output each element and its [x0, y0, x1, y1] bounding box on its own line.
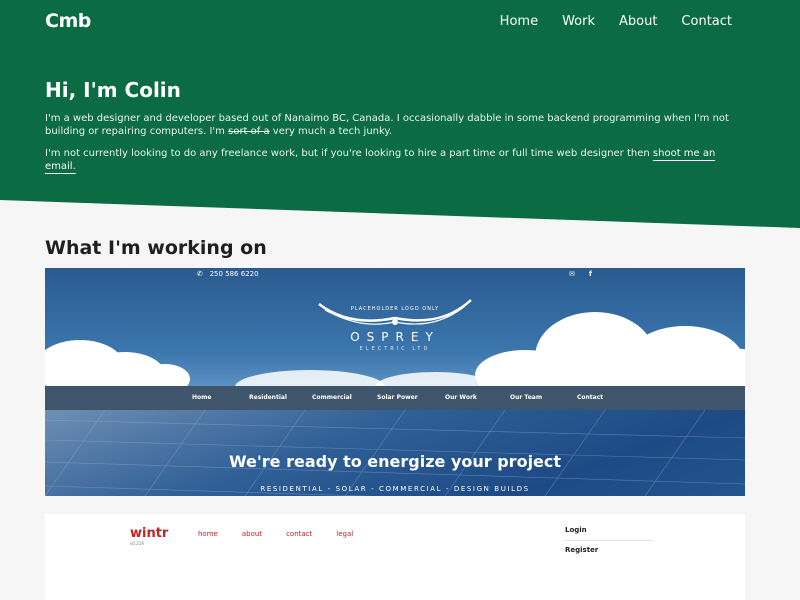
- logo-subtitle: ELECTRIC LTD: [359, 346, 431, 352]
- nav-links: Home Work About Contact: [500, 14, 732, 29]
- project-nav-our-work[interactable]: Our Work: [445, 394, 477, 401]
- section-title-working-on: What I'm working on: [45, 237, 267, 259]
- project-preview-osprey[interactable]: ✆ 250 586 6220 ✉ f PLACEHOLDER LOGO ONLY…: [45, 268, 745, 496]
- hero-intro-paragraph: I'm a web designer and developer based o…: [45, 112, 745, 138]
- osprey-logo[interactable]: PLACEHOLDER LOGO ONLY OSPREY ELECTRIC LT…: [315, 296, 475, 356]
- top-navigation: Cmb Home Work About Contact: [0, 0, 800, 44]
- project-top-bar: ✆ 250 586 6220 ✉ f: [45, 268, 745, 282]
- wintr-contact-link[interactable]: contact: [286, 530, 312, 538]
- project-nav-commercial[interactable]: Commercial: [312, 394, 352, 401]
- wintr-home-link[interactable]: home: [198, 530, 218, 538]
- logo-name: OSPREY: [350, 330, 440, 344]
- freelance-text: I'm not currently looking to do any free…: [45, 148, 653, 159]
- nav-home-link[interactable]: Home: [500, 14, 538, 29]
- project-headline: We're ready to energize your project: [228, 452, 562, 471]
- strikethrough-text: sort of a: [228, 126, 270, 137]
- wintr-logo[interactable]: wintr: [130, 526, 168, 541]
- phone-number[interactable]: ✆ 250 586 6220: [197, 270, 259, 278]
- project-nav-contact[interactable]: Contact: [577, 394, 603, 401]
- nav-about-link[interactable]: About: [619, 14, 657, 29]
- social-icons: ✉ f: [569, 270, 592, 278]
- wintr-version: v0.21A: [130, 541, 145, 546]
- project-nav-home[interactable]: Home: [192, 394, 211, 401]
- project-nav-our-team[interactable]: Our Team: [510, 394, 542, 401]
- login-link[interactable]: Login: [565, 524, 653, 541]
- logo-placeholder-text: PLACEHOLDER LOGO ONLY: [350, 306, 440, 312]
- project-navigation: Home Residential Commercial Solar Power …: [45, 386, 745, 410]
- nav-work-link[interactable]: Work: [562, 14, 595, 29]
- intro-text-end: very much a tech junky.: [269, 126, 393, 137]
- email-icon[interactable]: ✉: [569, 270, 575, 278]
- project-nav-solar-power[interactable]: Solar Power: [377, 394, 418, 401]
- wintr-legal-link[interactable]: legal: [336, 530, 353, 538]
- wintr-about-link[interactable]: about: [242, 530, 262, 538]
- nav-contact-link[interactable]: Contact: [681, 14, 732, 29]
- phone-icon: ✆: [197, 270, 203, 278]
- account-links: Login Register: [565, 524, 653, 561]
- phone-number-text: 250 586 6220: [209, 270, 259, 278]
- project-nav-residential[interactable]: Residential: [249, 394, 287, 401]
- facebook-icon[interactable]: f: [589, 270, 592, 278]
- project-preview-wintr[interactable]: wintr v0.21A home about contact legal Lo…: [45, 514, 745, 600]
- hero-title: Hi, I'm Colin: [45, 78, 181, 102]
- brand-logo[interactable]: Cmb: [45, 10, 91, 32]
- project-tagline: RESIDENTIAL - SOLAR - COMMERCIAL - DESIG…: [260, 485, 530, 493]
- hero-slant-divider: [0, 200, 800, 230]
- register-link[interactable]: Register: [565, 544, 653, 561]
- hero-freelance-paragraph: I'm not currently looking to do any free…: [45, 147, 745, 174]
- wintr-nav-links: home about contact legal: [198, 530, 353, 538]
